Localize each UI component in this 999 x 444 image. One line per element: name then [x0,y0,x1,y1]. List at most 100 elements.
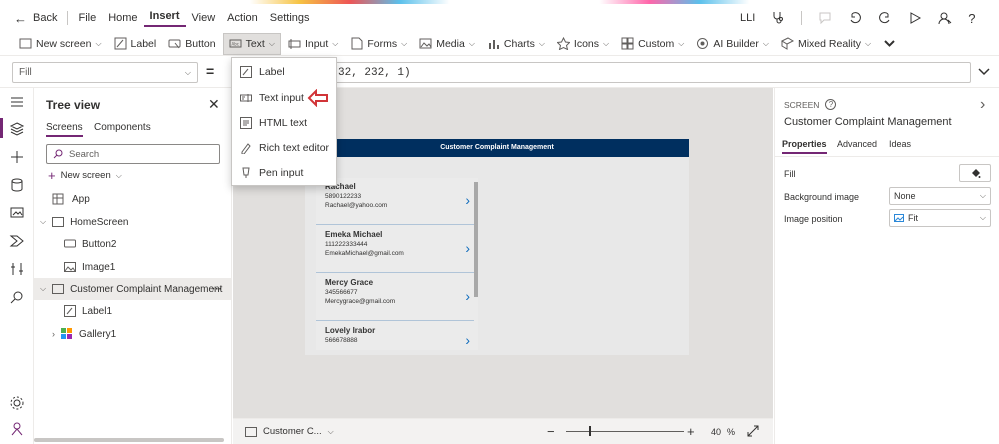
charts-menu-button[interactable]: Charts ⌵ [482,33,550,55]
menu-item-pen-input[interactable]: Pen input [232,160,336,185]
zoom-in-icon[interactable]: + [687,424,695,439]
settings-icon[interactable] [9,395,25,411]
gallery-scrollbar[interactable] [474,182,478,297]
screen-selector[interactable]: Customer C... ⌵ [245,426,334,437]
ribbon-expand-button[interactable] [878,33,901,55]
label-button[interactable]: Label [109,33,162,55]
zoom-level: 40 [711,427,722,437]
media-menu-button[interactable]: Media ⌵ [414,33,480,55]
layers-icon[interactable] [9,121,25,137]
chevron-right-icon[interactable]: › [465,332,470,348]
back-button[interactable]: ← Back [14,11,63,26]
canvas-bottom-bar: Customer C... ⌵ − + 40 % [233,418,773,444]
chevron-down-icon[interactable]: ⌵ [40,284,46,294]
chevron-right-icon[interactable]: › [465,240,470,256]
gallery-item[interactable]: Rachael 5890122233 Rachael@yahoo.com › [316,178,474,225]
background-image-select[interactable]: None ⌵ [889,187,991,205]
tree-item-gallery1[interactable]: › Gallery1 [34,323,232,345]
screen-icon [52,284,65,294]
input-icon [288,39,301,49]
stethoscope-icon[interactable] [771,11,785,25]
zoom-out-icon[interactable]: − [547,424,555,439]
zoom-slider-thumb[interactable] [589,426,591,436]
help-icon[interactable]: ? [968,11,975,26]
tab-properties[interactable]: Properties [782,139,827,154]
menu-item-html-text[interactable]: HTML text [232,110,336,135]
text-menu-button[interactable]: Abc Text ⌵ [222,32,281,55]
new-screen-button[interactable]: New screen ⌵ [14,33,107,55]
fit-to-screen-icon[interactable] [747,425,759,437]
gallery-item[interactable]: Mercy Grace 345566677 Mercygrace@gmail.c… [316,274,474,321]
menu-file[interactable]: File [72,12,102,24]
property-select[interactable]: Fill ⌵ [12,62,198,83]
tree-item-button2[interactable]: Button2 [34,233,232,255]
tab-screens[interactable]: Screens [46,122,83,137]
gallery-preview[interactable]: Rachael 5890122233 Rachael@yahoo.com › E… [316,178,478,350]
play-icon[interactable] [908,11,922,25]
tab-advanced[interactable]: Advanced [837,139,877,149]
chevron-down-icon[interactable]: ⌵ [40,217,46,227]
hamburger-icon[interactable] [9,94,25,110]
menu-view[interactable]: View [186,12,222,24]
chevron-right-icon[interactable]: › [465,192,470,208]
tab-ideas[interactable]: Ideas [889,139,911,149]
chevron-down-icon: ⌵ [603,38,610,48]
search-icon[interactable] [9,289,25,305]
plus-icon[interactable] [9,149,25,165]
forms-menu-button[interactable]: Forms ⌵ [345,33,412,55]
button-button[interactable]: Button [163,33,220,55]
screen-header-label[interactable]: Customer Complaint Management [305,139,689,157]
input-menu-button[interactable]: Input ⌵ [283,33,343,55]
tab-components[interactable]: Components [94,122,151,133]
tree-title: Tree view [46,98,101,112]
html-text-icon [240,116,252,129]
help-circle-icon[interactable]: ? [825,99,837,110]
formula-expand-button[interactable] [977,64,991,81]
user-share-icon[interactable] [938,11,952,25]
screen-name[interactable]: Customer Complaint Management [784,116,952,128]
chevron-right-icon[interactable]: › [980,96,985,114]
chevron-right-icon[interactable]: › [52,329,55,339]
custom-menu-button[interactable]: Custom ⌵ [616,33,689,55]
menu-action[interactable]: Action [221,12,264,24]
redo-icon[interactable] [878,11,892,25]
variables-icon[interactable] [9,261,25,277]
chevron-right-icon[interactable]: › [465,288,470,304]
chevron-down-icon: ⌵ [865,38,872,48]
tree-item-homescreen[interactable]: ⌵ HomeScreen [34,211,232,233]
tree-new-screen-button[interactable]: + New screen ⌵ [48,168,122,183]
divider [775,156,999,157]
tree-scrollbar[interactable] [34,438,224,442]
menu-item-label[interactable]: Label [232,59,336,84]
gallery-item[interactable]: Emeka Michael 111222333444 EmekaMichael@… [316,226,474,273]
tree-item-image1[interactable]: Image1 [34,256,232,278]
tree-item-customer-complaint[interactable]: ⌵ Customer Complaint Management ··· [34,278,232,300]
database-icon[interactable] [9,177,25,193]
ai-builder-menu-button[interactable]: AI Builder ⌵ [691,33,774,55]
tree-search-input[interactable]: Search [46,144,220,164]
image-position-label: Image position [784,214,843,224]
close-icon[interactable]: ✕ [208,96,220,113]
undo-icon[interactable] [848,11,862,25]
label-icon [114,37,127,50]
mixed-reality-menu-button[interactable]: Mixed Reality ⌵ [776,33,876,55]
menu-item-rich-text-editor[interactable]: Rich text editor [232,135,336,160]
virtual-agent-icon[interactable] [9,421,25,437]
zoom-slider[interactable] [566,431,684,432]
user-initials[interactable]: LLI [740,12,755,24]
menu-home[interactable]: Home [102,12,143,24]
menu-insert[interactable]: Insert [143,10,186,27]
fill-color-picker[interactable] [959,164,991,182]
comment-icon[interactable] [818,11,832,25]
tree-item-app[interactable]: App [34,188,232,210]
gallery-item[interactable]: Lovely Irabor 566678888 › [316,322,474,350]
tree-item-label1[interactable]: Label1 [34,300,232,322]
formula-input[interactable]: 32, 232, 1) [233,62,971,83]
power-automate-icon[interactable] [9,233,25,249]
menu-settings[interactable]: Settings [264,12,316,24]
pen-input-icon [242,167,250,178]
icons-menu-button[interactable]: Icons ⌵ [552,33,614,55]
media-icon[interactable] [9,205,25,221]
image-position-select[interactable]: Fit ⌵ [889,209,991,227]
more-options-icon[interactable]: ··· [212,284,222,295]
